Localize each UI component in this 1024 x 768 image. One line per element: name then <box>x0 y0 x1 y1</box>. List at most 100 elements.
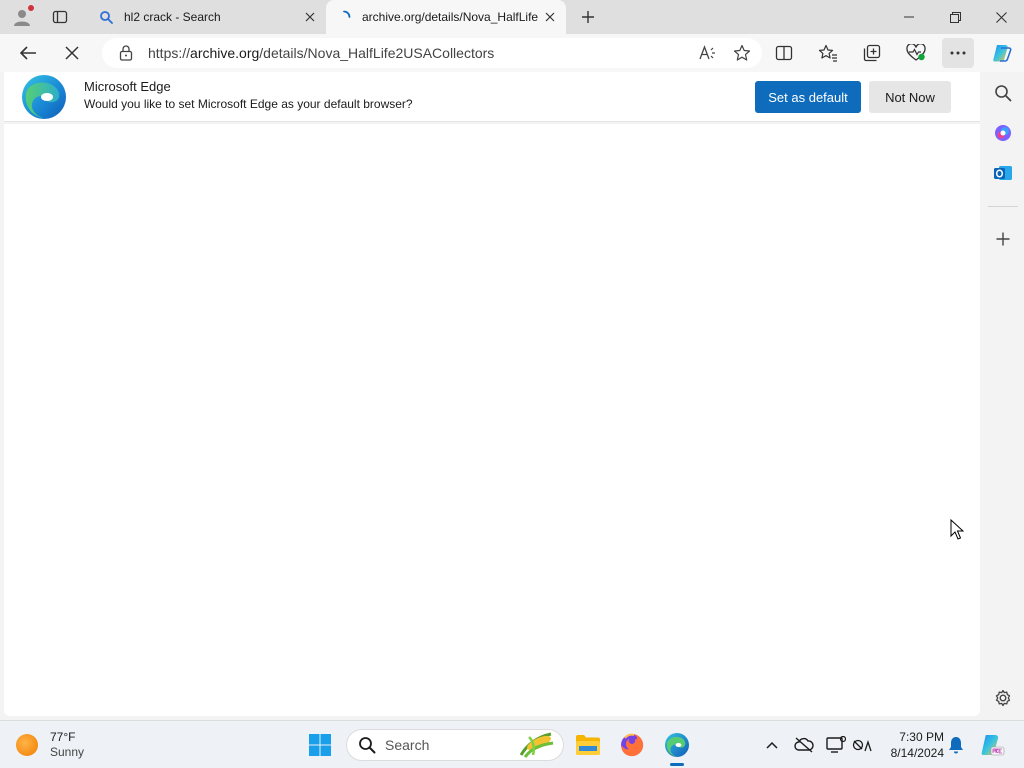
search-icon <box>357 735 377 755</box>
url-path: /details/Nova_HalfLife2USACollectors <box>259 45 495 61</box>
tab-actions-button[interactable] <box>46 4 74 30</box>
windows-taskbar: 77°F Sunny Search 7:30 PM 8/14/2024 <box>0 720 1024 768</box>
not-now-button[interactable]: Not Now <box>869 81 951 113</box>
plus-icon <box>582 11 594 23</box>
collections-button[interactable] <box>856 38 888 68</box>
edge-sidebar <box>982 72 1024 720</box>
corn-icon <box>519 732 554 758</box>
settings-and-more-button[interactable] <box>942 38 974 68</box>
monitor-icon <box>826 736 846 753</box>
sidebar-office-button[interactable] <box>988 118 1018 148</box>
favorites-icon <box>818 44 837 62</box>
more-icon <box>950 51 966 55</box>
edge-logo-icon <box>22 75 66 119</box>
chevron-up-icon <box>766 741 778 749</box>
site-info-icon[interactable] <box>118 45 134 61</box>
tab-actions-icon <box>52 10 68 24</box>
address-bar[interactable]: https://archive.org/details/Nova_HalfLif… <box>102 38 762 68</box>
heart-pulse-icon <box>906 44 926 61</box>
star-icon <box>733 44 751 61</box>
plus-icon <box>996 232 1010 246</box>
sun-icon <box>16 734 38 756</box>
weather-widget[interactable]: 77°F Sunny <box>16 727 84 763</box>
restore-button[interactable] <box>932 0 978 34</box>
start-button[interactable] <box>302 727 338 763</box>
split-screen-button[interactable] <box>768 38 800 68</box>
close-window-button[interactable] <box>978 0 1024 34</box>
onedrive-tray-button[interactable] <box>792 733 816 757</box>
notifications-button[interactable] <box>944 733 968 757</box>
browser-essentials-button[interactable] <box>900 38 932 68</box>
url-host: archive.org <box>190 45 260 61</box>
display-tray-button[interactable] <box>824 733 848 757</box>
taskbar-edge[interactable] <box>659 727 695 763</box>
search-icon <box>995 85 1012 102</box>
gear-icon <box>995 689 1011 707</box>
copilot-taskbar-button[interactable] <box>978 731 1006 759</box>
sidebar-separator <box>988 206 1018 207</box>
outlook-icon <box>994 166 1012 180</box>
arrow-left-icon <box>19 46 36 60</box>
tab-archive[interactable]: archive.org/details/Nova_HalfLife2USACol… <box>326 0 566 34</box>
stop-loading-button[interactable] <box>56 38 88 68</box>
copilot-icon <box>993 45 1012 62</box>
edge-icon <box>665 733 689 757</box>
show-hidden-icons-button[interactable] <box>760 733 784 757</box>
weather-condition: Sunny <box>50 745 85 759</box>
network-tray-button[interactable] <box>850 733 874 757</box>
new-tab-button[interactable] <box>574 4 602 30</box>
tab-close-button[interactable] <box>538 5 562 29</box>
favorites-button[interactable] <box>812 38 844 68</box>
notification-dot <box>28 5 34 11</box>
system-clock[interactable]: 7:30 PM 8/14/2024 <box>880 729 944 761</box>
default-browser-infobar: Microsoft Edge Would you like to set Mic… <box>4 72 980 122</box>
weather-temperature: 77°F <box>50 730 76 744</box>
infobar-title: Microsoft Edge <box>84 79 171 94</box>
loading-spinner-icon <box>336 9 352 25</box>
firefox-icon <box>621 733 644 757</box>
tab-search[interactable]: hl2 crack - Search <box>88 0 326 34</box>
minimize-icon <box>904 16 914 18</box>
collections-icon <box>863 44 881 62</box>
split-screen-icon <box>775 45 793 61</box>
url-prefix: https:// <box>148 45 191 61</box>
mouse-cursor-icon <box>950 519 964 540</box>
clock-date: 8/14/2024 <box>890 746 944 760</box>
set-as-default-button[interactable]: Set as default <box>755 81 861 113</box>
cloud-off-icon <box>794 737 814 753</box>
network-icon <box>852 739 872 752</box>
favorite-button[interactable] <box>728 39 756 67</box>
back-button[interactable] <box>12 38 44 68</box>
sidebar-settings-button[interactable] <box>988 683 1018 713</box>
close-icon <box>545 12 555 22</box>
close-icon <box>305 12 315 22</box>
taskbar-search-placeholder: Search <box>385 737 430 753</box>
close-icon <box>995 11 1007 23</box>
tab-title: archive.org/details/Nova_HalfLife2USACol… <box>362 10 538 24</box>
minimize-button[interactable] <box>886 0 932 34</box>
sidebar-add-button[interactable] <box>988 224 1018 254</box>
close-icon <box>65 46 79 60</box>
read-aloud-button[interactable] <box>694 39 722 67</box>
copilot-button[interactable] <box>986 38 1018 68</box>
read-aloud-icon <box>699 45 715 60</box>
sidebar-search-button[interactable] <box>988 78 1018 108</box>
url-text: https://archive.org/details/Nova_HalfLif… <box>148 45 694 61</box>
taskbar-firefox[interactable] <box>614 727 650 763</box>
search-icon <box>98 9 114 25</box>
clock-time: 7:30 PM <box>899 730 944 744</box>
office-icon <box>995 125 1011 141</box>
windows-logo-icon <box>309 734 331 756</box>
page-content[interactable] <box>4 124 980 716</box>
tab-title: hl2 crack - Search <box>124 10 221 24</box>
bell-icon <box>949 737 963 754</box>
weather-info: 77°F Sunny <box>50 730 84 760</box>
taskbar-file-explorer[interactable] <box>570 727 606 763</box>
taskbar-search[interactable]: Search <box>346 729 564 761</box>
restore-icon <box>949 11 961 23</box>
infobar-message: Would you like to set Microsoft Edge as … <box>84 97 413 111</box>
navigation-toolbar: https://archive.org/details/Nova_HalfLif… <box>0 34 1024 72</box>
tab-close-button[interactable] <box>298 5 322 29</box>
copilot-icon <box>981 735 1005 756</box>
sidebar-outlook-button[interactable] <box>988 158 1018 188</box>
